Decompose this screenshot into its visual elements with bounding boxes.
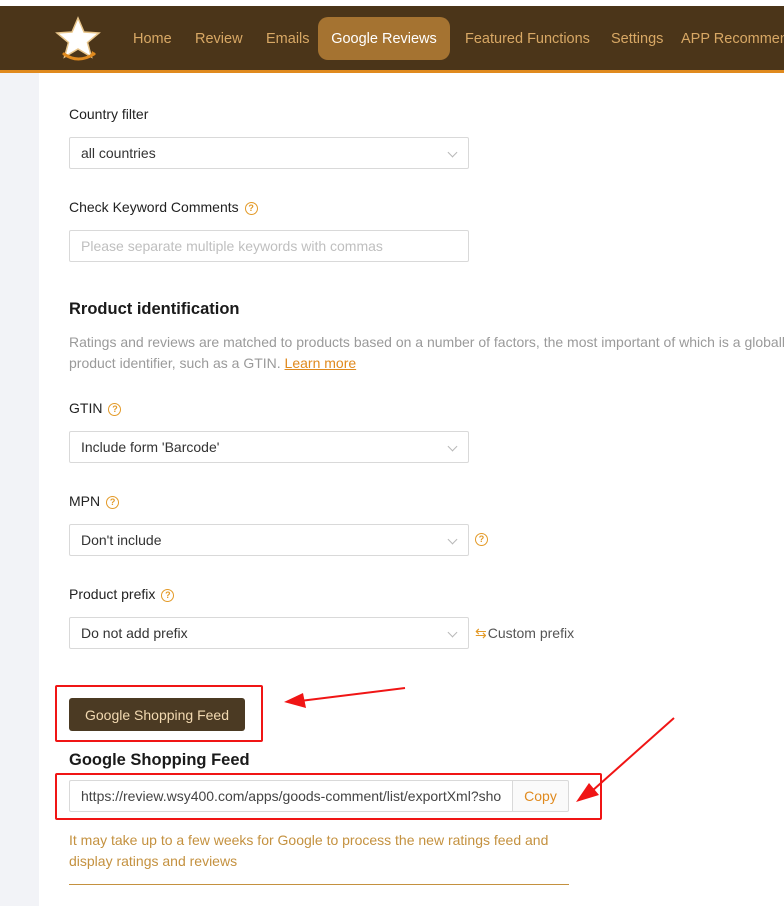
custom-prefix-link[interactable]: ⇆Custom prefix bbox=[475, 625, 574, 642]
annotation-arrow bbox=[284, 687, 406, 708]
help-icon[interactable]: ? bbox=[108, 403, 122, 416]
chevron-down-icon bbox=[447, 534, 458, 545]
nav-home[interactable]: Home bbox=[133, 32, 172, 47]
gtin-select[interactable]: Include form 'Barcode' bbox=[69, 431, 469, 463]
nav-featured-functions[interactable]: Featured Functions bbox=[465, 32, 590, 47]
gtin-label-text: GTIN bbox=[69, 400, 103, 416]
swap-icon: ⇆ bbox=[475, 625, 487, 641]
country-filter-select[interactable]: all countries bbox=[69, 137, 469, 169]
top-nav: Home Review Emails Google Reviews Featur… bbox=[0, 6, 784, 70]
custom-prefix-label: Custom prefix bbox=[487, 625, 575, 641]
nav-review[interactable]: Review bbox=[195, 32, 243, 47]
mpn-value: Don't include bbox=[81, 532, 162, 548]
google-shopping-feed-title: Google Shopping Feed bbox=[69, 751, 250, 769]
help-icon[interactable]: ? bbox=[161, 589, 175, 602]
keyword-comments-label: Check Keyword Comments? bbox=[69, 199, 258, 215]
star-logo-icon[interactable] bbox=[52, 14, 104, 62]
gtin-label: GTIN? bbox=[69, 400, 122, 416]
mpn-label-text: MPN bbox=[69, 493, 101, 509]
product-identification-title: Rroduct identification bbox=[69, 300, 240, 318]
nav-emails[interactable]: Emails bbox=[266, 32, 310, 47]
keyword-comments-label-text: Check Keyword Comments bbox=[69, 199, 239, 215]
nav-accent-line bbox=[0, 70, 784, 73]
gtin-value: Include form 'Barcode' bbox=[81, 439, 220, 455]
help-icon[interactable]: ? bbox=[244, 202, 258, 215]
annotation-box bbox=[55, 773, 602, 820]
help-icon[interactable]: ? bbox=[106, 496, 120, 509]
learn-more-link[interactable]: Learn more bbox=[285, 355, 357, 371]
product-prefix-value: Do not add prefix bbox=[81, 625, 188, 641]
nav-settings[interactable]: Settings bbox=[611, 32, 663, 47]
chevron-down-icon bbox=[447, 627, 458, 638]
nav-google-reviews[interactable]: Google Reviews bbox=[318, 17, 450, 60]
sidebar bbox=[0, 73, 39, 906]
product-prefix-label-text: Product prefix bbox=[69, 586, 156, 602]
product-identification-description: Ratings and reviews are matched to produ… bbox=[69, 332, 784, 374]
nav-app-recommend[interactable]: APP Recommen bbox=[681, 32, 784, 47]
chevron-down-icon bbox=[447, 147, 458, 158]
product-prefix-select[interactable]: Do not add prefix bbox=[69, 617, 469, 649]
country-filter-label: Country filter bbox=[69, 106, 149, 122]
mpn-label: MPN? bbox=[69, 493, 120, 509]
country-filter-value: all countries bbox=[81, 145, 156, 161]
product-prefix-label: Product prefix? bbox=[69, 586, 175, 602]
annotation-box bbox=[55, 685, 263, 742]
feed-processing-note: It may take up to a few weeks for Google… bbox=[69, 830, 569, 885]
mpn-select[interactable]: Don't include bbox=[69, 524, 469, 556]
chevron-down-icon bbox=[447, 441, 458, 452]
keyword-comments-input[interactable] bbox=[69, 230, 469, 262]
description-text: Ratings and reviews are matched to produ… bbox=[69, 334, 784, 371]
help-icon[interactable]: ? bbox=[475, 533, 488, 546]
